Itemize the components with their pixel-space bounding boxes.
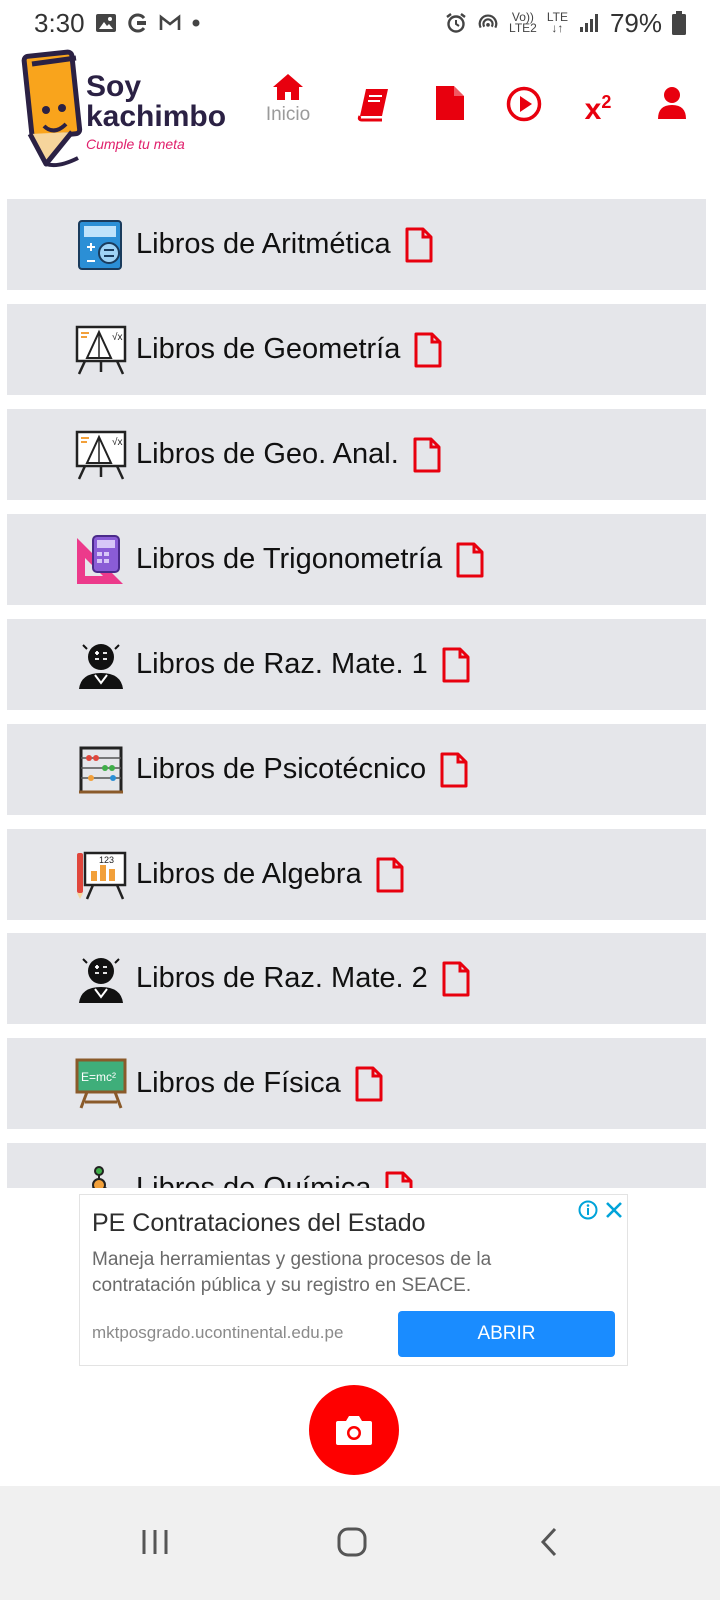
list-item-label: Libros de Geometría <box>136 333 401 365</box>
back-icon[interactable] <box>530 1524 570 1560</box>
data-arrows-icon: ↓↑ <box>551 21 564 35</box>
document-outline-icon <box>414 332 442 367</box>
ad-url[interactable]: mktposgrado.ucontinental.edu.pe <box>92 1323 343 1343</box>
list-item-quimica[interactable]: Libros de Química <box>7 1143 706 1188</box>
lte-indicator: LTE ↓↑ <box>546 10 568 35</box>
svg-text:√x: √x <box>112 436 123 448</box>
gallery-icon <box>95 14 116 32</box>
app-header: Soy kachimbo Cumple tu meta Inicio x2 <box>0 46 720 174</box>
status-bar: 3:30 Vo)) LTE2 LTE ↓↑ 79% <box>0 0 720 46</box>
document-outline-icon <box>355 1066 383 1101</box>
list-item-label: Libros de Trigonometría <box>136 543 443 575</box>
list-item-psicotecnico[interactable]: Libros de Psicotécnico <box>7 724 706 815</box>
svg-text:123: 123 <box>99 855 114 865</box>
geometry-board-icon: √x <box>75 325 127 375</box>
document-outline-icon <box>442 961 470 996</box>
book-icon <box>357 89 388 122</box>
logo-tagline: Cumple tu meta <box>86 136 185 152</box>
soy-kachimbo-logo[interactable]: Soy kachimbo Cumple tu meta <box>18 46 228 170</box>
nav-math[interactable]: x2 <box>568 82 628 162</box>
battery-icon <box>672 11 686 35</box>
list-item-label: Libros de Algebra <box>136 858 362 890</box>
top-nav: Inicio x2 <box>250 72 720 152</box>
hotspot-icon <box>478 14 498 29</box>
set-square-calculator-icon <box>77 535 123 584</box>
list-item-label: Libros de Psicotécnico <box>136 753 427 785</box>
list-item-geo-anal[interactable]: √x Libros de Geo. Anal. <box>7 409 706 500</box>
battery-percent: 79% <box>609 7 662 38</box>
nav-home-label: Inicio <box>265 104 311 125</box>
abacus-icon <box>79 746 123 794</box>
calculator-icon <box>78 220 122 270</box>
nav-profile[interactable] <box>642 86 702 166</box>
thinking-head-icon <box>79 958 123 1003</box>
document-outline-icon <box>440 752 468 787</box>
svg-text:√x: √x <box>112 331 123 343</box>
ad-description: Maneja herramientas y gestiona procesos … <box>92 1249 492 1296</box>
chart-board-icon: 123 <box>77 851 127 900</box>
user-icon <box>658 87 686 119</box>
book-category-list: Libros de Aritmética √x Libros de Geomet… <box>7 199 706 1188</box>
superscript-icon: x2 <box>584 92 612 126</box>
nav-home[interactable]: Inicio <box>258 72 318 152</box>
gmail-icon <box>159 14 180 30</box>
document-icon <box>436 86 464 120</box>
alarm-icon <box>446 13 466 33</box>
nav-videos[interactable] <box>494 86 554 166</box>
camera-icon <box>336 1416 372 1445</box>
list-item-label: Libros de Raz. Mate. 2 <box>136 962 428 994</box>
ad-open-button[interactable]: ABRIR <box>398 1311 615 1357</box>
recent-apps-icon[interactable] <box>135 1524 175 1560</box>
ad-close-icon[interactable] <box>604 1200 624 1220</box>
nav-books[interactable] <box>344 86 404 166</box>
list-item-trigonometria[interactable]: Libros de Trigonometría <box>7 514 706 605</box>
list-item-aritmetica[interactable]: Libros de Aritmética <box>7 199 706 290</box>
pencil-logo-icon <box>21 49 83 168</box>
svg-text:E=mc²: E=mc² <box>81 1070 116 1084</box>
list-item-label: Libros de Física <box>136 1067 341 1099</box>
camera-button[interactable] <box>309 1385 399 1475</box>
document-outline-icon <box>385 1171 413 1188</box>
system-nav-bar <box>0 1486 720 1600</box>
document-outline-icon <box>442 647 470 682</box>
document-outline-icon <box>405 227 433 262</box>
list-item-label: Libros de Aritmética <box>136 228 391 260</box>
chalkboard-emc2-icon: E=mc² <box>75 1058 127 1109</box>
logo-title: Soy kachimbo <box>86 70 227 133</box>
ad-info-icon[interactable] <box>578 1200 598 1220</box>
geometry-board-icon: √x <box>75 430 127 480</box>
clock: 3:30 <box>34 7 85 38</box>
home-icon <box>273 74 303 100</box>
thinking-head-icon <box>79 644 123 689</box>
sync-app-icon <box>127 13 146 33</box>
volte-indicator: Vo)) LTE2 <box>509 10 537 35</box>
list-item-fisica[interactable]: E=mc² Libros de Física <box>7 1038 706 1129</box>
nav-documents[interactable] <box>420 84 480 164</box>
molecule-icon <box>91 1166 108 1188</box>
list-item-raz-mate-1[interactable]: Libros de Raz. Mate. 1 <box>7 619 706 710</box>
list-item-label: Libros de Raz. Mate. 1 <box>136 648 428 680</box>
ad-title[interactable]: PE Contrataciones del Estado <box>92 1209 426 1238</box>
home-nav-icon[interactable] <box>332 1524 372 1560</box>
list-item-raz-mate-2[interactable]: Libros de Raz. Mate. 2 <box>7 933 706 1024</box>
list-item-label: Libros de Geo. Anal. <box>136 438 399 470</box>
play-circle-icon <box>506 86 542 122</box>
ad-banner[interactable]: PE Contrataciones del Estado Maneja herr… <box>79 1194 628 1366</box>
list-item-geometria[interactable]: √x Libros de Geometría <box>7 304 706 395</box>
document-outline-icon <box>413 437 441 472</box>
signal-icon <box>579 14 598 32</box>
notification-dot-icon <box>192 19 200 27</box>
document-outline-icon <box>456 542 484 577</box>
list-item-label: Libros de Química <box>136 1172 372 1188</box>
list-item-algebra[interactable]: 123 Libros de Algebra <box>7 829 706 920</box>
document-outline-icon <box>376 857 404 892</box>
